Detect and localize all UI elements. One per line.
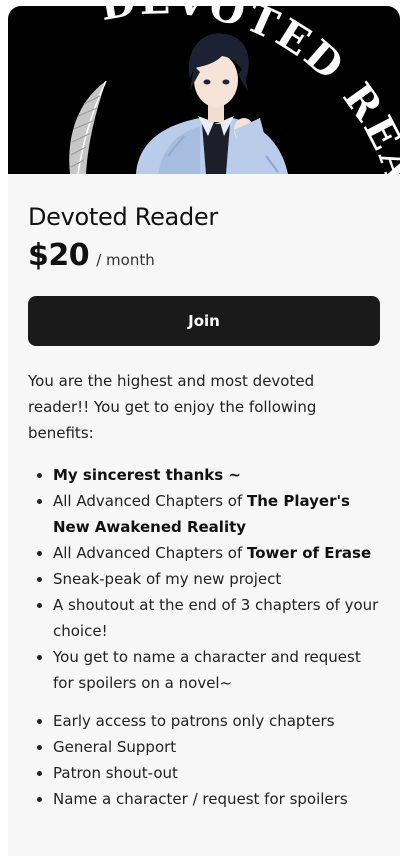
benefit-text: All Advanced Chapters of: [53, 544, 248, 562]
tier-price: $20: [28, 238, 90, 273]
list-item: All Advanced Chapters of Tower of Erase: [53, 540, 380, 566]
list-item: Early access to patrons only chapters: [53, 708, 380, 734]
list-item: A shoutout at the end of 3 chapters of y…: [53, 592, 380, 644]
join-button[interactable]: Join: [28, 296, 380, 346]
price-row: $20 / month: [28, 236, 380, 276]
tier-card: DEVOTED READER: [8, 6, 400, 856]
perk-text: General Support: [53, 738, 177, 756]
benefit-text: All Advanced Chapters of: [53, 492, 248, 510]
benefit-text: My sincerest thanks ~: [53, 466, 241, 484]
benefit-text: Sneak-peak of my new project: [53, 570, 282, 588]
tier-title: Devoted Reader: [28, 203, 218, 231]
list-item: My sincerest thanks ~: [53, 462, 380, 488]
banner-artwork: DEVOTED READER: [8, 6, 400, 174]
feather-icon: [69, 80, 107, 174]
benefits-list: My sincerest thanks ~ All Advanced Chapt…: [28, 462, 380, 696]
perks-list: Early access to patrons only chapters Ge…: [28, 708, 380, 812]
list-item: Patron shout-out: [53, 760, 380, 786]
perk-text: Patron shout-out: [53, 764, 178, 782]
tier-banner-image: DEVOTED READER: [8, 6, 400, 174]
character-illustration: [136, 33, 288, 174]
list-item: Sneak-peak of my new project: [53, 566, 380, 592]
tier-description: You are the highest and most devoted rea…: [28, 372, 317, 442]
list-item: You get to name a character and request …: [53, 644, 380, 696]
benefit-text: A shoutout at the end of 3 chapters of y…: [53, 596, 379, 640]
price-period: / month: [96, 251, 155, 269]
tier-content: Devoted Reader $20 / month Join You are …: [8, 174, 400, 812]
list-item: General Support: [53, 734, 380, 760]
list-item: Name a character / request for spoilers: [53, 786, 380, 812]
perk-text: Early access to patrons only chapters: [53, 712, 335, 730]
benefit-text: You get to name a character and request …: [53, 648, 361, 692]
perk-text: Name a character / request for spoilers: [53, 790, 348, 808]
benefit-title: Tower of Erase: [247, 544, 372, 562]
list-item: All Advanced Chapters of The Player's Ne…: [53, 488, 380, 540]
